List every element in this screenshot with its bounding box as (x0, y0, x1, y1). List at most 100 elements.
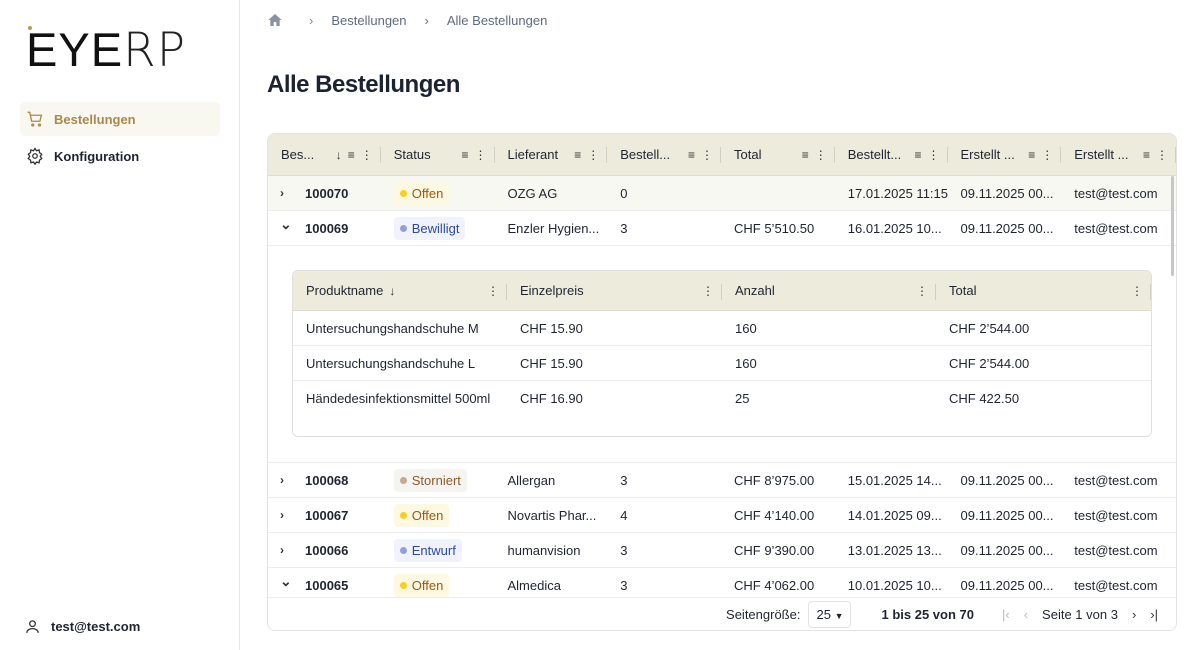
cell-status: Bewilligt (381, 217, 495, 240)
column-header-label: Einzelpreis (520, 283, 696, 298)
detail-cell: 160 (722, 356, 936, 371)
table-row[interactable]: ›100067OffenNovartis Phar...4CHF 4’140.0… (268, 498, 1176, 533)
column-menu-icon[interactable]: ⋮ (587, 148, 599, 162)
home-icon[interactable] (267, 12, 283, 28)
detail-column-header[interactable]: Produktname↓⋮ (293, 271, 507, 310)
detail-table-row[interactable]: Händedesinfektionsmittel 500mlCHF 16.902… (293, 381, 1151, 416)
cell-erstellt: 09.11.2025 00... (948, 578, 1062, 593)
cell-text: test@test.com (1074, 221, 1157, 236)
sort-desc-icon[interactable]: ↓ (336, 148, 342, 162)
table-row[interactable]: ⌄100069BewilligtEnzler Hygien...3CHF 5’5… (268, 211, 1176, 246)
cell-erstellt: 09.11.2025 00... (948, 473, 1062, 488)
detail-cell: CHF 2’544.00 (936, 356, 1151, 371)
breadcrumb: › Bestellungen › Alle Bestellungen (267, 12, 547, 28)
prev-page-icon[interactable]: ‹ (1024, 607, 1028, 622)
column-menu-icon[interactable]: ⋮ (475, 148, 487, 162)
cell-text: 13.01.2025 13... (848, 543, 942, 558)
column-menu-icon[interactable]: ⋮ (1041, 148, 1053, 162)
column-header[interactable]: Bes...↓≡⋮ (268, 134, 381, 175)
next-page-icon[interactable]: › (1132, 607, 1136, 622)
cell-text: 160 (735, 356, 757, 371)
column-menu-icon[interactable]: ⋮ (701, 148, 713, 162)
order-id[interactable]: 100066 (305, 543, 348, 558)
filter-icon[interactable]: ≡ (574, 148, 581, 162)
logo-text-bold: EYE (26, 23, 123, 76)
chevron-right-icon[interactable]: › (280, 186, 305, 200)
table-row[interactable]: ›100070OffenOZG AG017.01.2025 11:1509.11… (268, 176, 1176, 211)
cell-text: CHF 4’062.00 (734, 578, 814, 593)
chevron-down-icon[interactable]: ⌄ (280, 577, 305, 590)
detail-table-row[interactable]: Untersuchungshandschuhe MCHF 15.90160CHF… (293, 311, 1151, 346)
column-header[interactable]: Erstellt ...≡⋮ (948, 134, 1062, 175)
column-header[interactable]: Bestell...≡⋮ (607, 134, 721, 175)
cell-bestellt: 13.01.2025 13... (835, 543, 948, 558)
order-id[interactable]: 100070 (305, 186, 348, 201)
column-header[interactable]: Total≡⋮ (721, 134, 835, 175)
status-badge: Offen (394, 574, 450, 597)
filter-icon[interactable]: ≡ (1143, 148, 1150, 162)
column-menu-icon[interactable]: ⋮ (487, 284, 499, 298)
column-menu-icon[interactable]: ⋮ (916, 284, 928, 298)
filter-icon[interactable]: ≡ (1028, 148, 1035, 162)
column-header[interactable]: Erstellt ...≡⋮ (1061, 134, 1176, 175)
vertical-scrollbar[interactable] (1171, 176, 1174, 276)
column-header[interactable]: Bestellt...≡⋮ (835, 134, 948, 175)
logo: EYERP (26, 26, 186, 74)
sidebar-item-bestellungen[interactable]: Bestellungen (20, 102, 220, 136)
order-id[interactable]: 100068 (305, 473, 348, 488)
column-menu-icon[interactable]: ⋮ (702, 284, 714, 298)
order-id[interactable]: 100065 (305, 578, 348, 593)
user-email: test@test.com (51, 619, 140, 634)
filter-icon[interactable]: ≡ (461, 148, 468, 162)
logo-text-thin: RP (123, 23, 186, 78)
order-id[interactable]: 100067 (305, 508, 348, 523)
table-row[interactable]: ›100066Entwurfhumanvision3CHF 9’390.0013… (268, 533, 1176, 568)
chevron-right-icon[interactable]: › (280, 543, 305, 557)
caret-down-icon: ▼ (835, 611, 844, 621)
column-menu-icon[interactable]: ⋮ (1131, 284, 1143, 298)
first-page-icon[interactable]: |‹ (1002, 607, 1010, 622)
column-menu-icon[interactable]: ⋮ (361, 148, 373, 162)
column-menu-icon[interactable]: ⋮ (1156, 148, 1168, 162)
filter-icon[interactable]: ≡ (688, 148, 695, 162)
detail-column-header[interactable]: Total⋮ (936, 271, 1151, 310)
order-id[interactable]: 100069 (305, 221, 348, 236)
column-header-label: Anzahl (735, 283, 910, 298)
cell-total: CHF 9’390.00 (721, 543, 835, 558)
detail-column-header[interactable]: Einzelpreis ⋮ (507, 271, 722, 310)
cell-erstellt-von: test@test.com (1061, 543, 1176, 558)
user-menu[interactable]: test@test.com (24, 618, 140, 635)
column-menu-icon[interactable]: ⋮ (928, 148, 940, 162)
filter-icon[interactable]: ≡ (348, 148, 355, 162)
cell-text: 25 (735, 391, 749, 406)
table-row[interactable]: ›100068StorniertAllergan3CHF 8’975.0015.… (268, 463, 1176, 498)
chevron-right-icon[interactable]: › (280, 508, 305, 522)
filter-icon[interactable]: ≡ (914, 148, 921, 162)
sort-desc-icon[interactable]: ↓ (389, 284, 395, 298)
cell-total: CHF 5’510.50 (721, 221, 835, 236)
detail-table-row[interactable]: Untersuchungshandschuhe LCHF 15.90160CHF… (293, 346, 1151, 381)
order-detail-panel: Produktname↓⋮Einzelpreis⋮Anzahl⋮Total⋮Un… (268, 246, 1176, 463)
cell-text: Untersuchungshandschuhe L (306, 356, 475, 371)
sidebar-item-konfiguration[interactable]: Konfiguration (20, 139, 220, 173)
column-header[interactable]: Lieferant≡⋮ (495, 134, 608, 175)
chevron-right-icon[interactable]: › (280, 473, 305, 487)
page-size-select[interactable]: 25 ▼ (808, 601, 851, 628)
filter-icon[interactable]: ≡ (802, 148, 809, 162)
page-size-value: 25 (816, 607, 830, 622)
chevron-down-icon[interactable]: ⌄ (280, 220, 305, 233)
cell-id: ⌄100069 (268, 220, 381, 237)
breadcrumb-link-bestellungen[interactable]: Bestellungen (331, 13, 406, 28)
cell-text: 09.11.2025 00... (961, 578, 1054, 593)
breadcrumb-current: Alle Bestellungen (447, 13, 547, 28)
column-header[interactable]: Status≡⋮ (381, 134, 495, 175)
detail-cell: CHF 16.90 (507, 391, 722, 406)
cell-bestellt: 10.01.2025 10... (835, 578, 948, 593)
detail-column-header[interactable]: Anzahl ⋮ (722, 271, 936, 310)
last-page-icon[interactable]: ›| (1150, 607, 1158, 622)
cell-anzahl: 3 (607, 543, 721, 558)
cell-status: Offen (381, 182, 495, 205)
table-body: ›100070OffenOZG AG017.01.2025 11:1509.11… (268, 176, 1176, 603)
page-title: Alle Bestellungen (267, 71, 460, 99)
column-menu-icon[interactable]: ⋮ (815, 148, 827, 162)
